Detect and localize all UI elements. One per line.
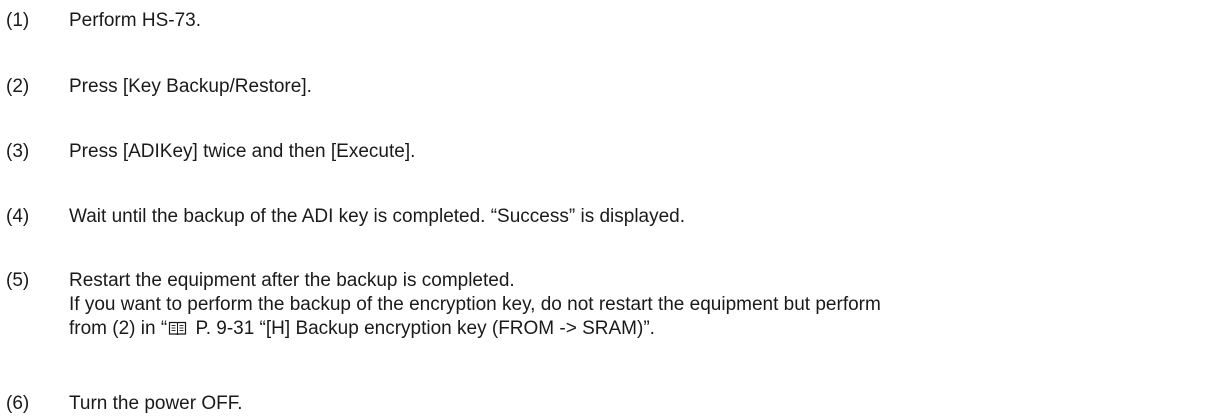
book-reference-icon (168, 320, 187, 337)
step-line: If you want to perform the backup of the… (69, 294, 881, 315)
step-number: (5) (6, 270, 30, 291)
step-number: (2) (6, 76, 30, 97)
step-reference-line: from (2) in “ P. 9-31 “[H] Backup encryp… (69, 317, 1199, 341)
step-text: Turn the power OFF. (69, 392, 1199, 416)
step-number: (6) (6, 393, 30, 414)
step-number: (3) (6, 141, 30, 162)
step-line: Press [ADIKey] twice and then [Execute]. (69, 141, 416, 162)
step-number: (4) (6, 206, 30, 227)
step-line: Wait until the backup of the ADI key is … (69, 206, 686, 227)
step-line: Restart the equipment after the backup i… (69, 270, 515, 291)
reference-link[interactable]: P. 9-31 “[H] Backup encryption key (FROM… (190, 318, 655, 339)
step-text: Wait until the backup of the ADI key is … (69, 205, 1199, 229)
step-text: Perform HS-73. (69, 9, 1199, 33)
procedure-steps: (1) Perform HS-73. (2) Press [Key Backup… (0, 0, 1205, 420)
step-number: (1) (6, 10, 30, 31)
step-line: Perform HS-73. (69, 10, 201, 31)
step-text: Press [Key Backup/Restore]. (69, 75, 1199, 99)
step-text: Restart the equipment after the backup i… (69, 269, 1199, 341)
step-text: Press [ADIKey] twice and then [Execute]. (69, 140, 1199, 164)
step-line: Turn the power OFF. (69, 393, 243, 414)
reference-prefix: from (2) in “ (69, 318, 168, 339)
step-line: Press [Key Backup/Restore]. (69, 76, 312, 97)
